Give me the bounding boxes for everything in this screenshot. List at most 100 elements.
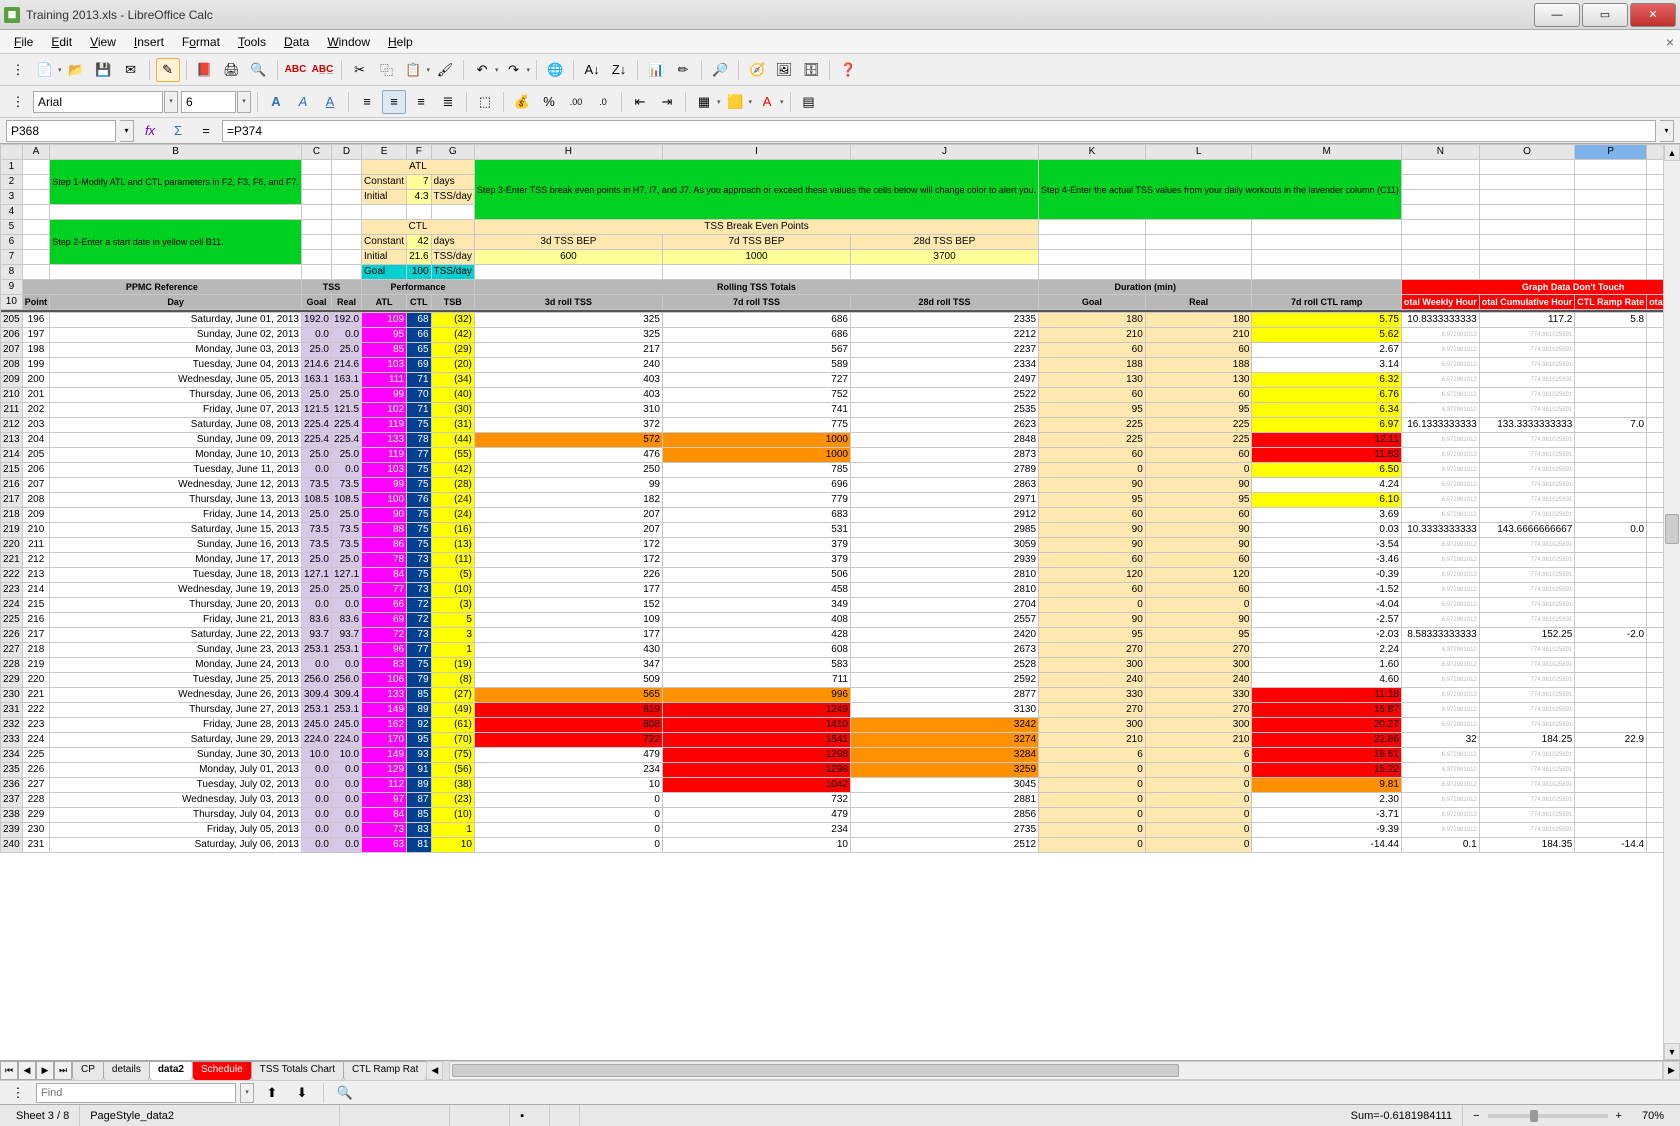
table-row[interactable]: 216207Wednesday, June 12, 201373.573.599… [1, 478, 1664, 493]
menu-file[interactable]: File [6, 33, 41, 51]
borders-icon[interactable]: ▦ [692, 90, 716, 114]
table-row[interactable]: 232223Friday, June 28, 2013245.0245.0162… [1, 718, 1664, 733]
table-row[interactable]: 208199Tuesday, June 04, 2013214.6214.610… [1, 358, 1664, 373]
menu-help[interactable]: Help [380, 33, 421, 51]
col-header[interactable]: O [1479, 145, 1575, 160]
add-decimal-icon[interactable]: .00 [564, 90, 588, 114]
bgcolor-icon[interactable]: 🟨 [724, 90, 748, 114]
sum-icon[interactable]: Σ [166, 119, 190, 143]
table-row[interactable]: 238229Thursday, July 04, 20130.00.08485(… [1, 808, 1664, 823]
print-icon[interactable]: 🖨 [220, 58, 244, 82]
zoom-slider[interactable] [1488, 1114, 1608, 1118]
col-header[interactable]: K [1039, 145, 1146, 160]
scroll-thumb[interactable] [1665, 514, 1679, 544]
col-header[interactable]: J [850, 145, 1038, 160]
maximize-button[interactable]: ▭ [1582, 3, 1628, 27]
col-header[interactable]: Q [1647, 145, 1663, 160]
menu-edit[interactable]: Edit [43, 33, 80, 51]
copy-icon[interactable]: ⿻ [375, 58, 399, 82]
export-pdf-icon[interactable]: 📕 [193, 58, 217, 82]
table-row[interactable]: 226217Saturday, June 22, 201393.793.7727… [1, 628, 1664, 643]
formula-expand[interactable]: ▾ [1660, 120, 1674, 142]
table-row[interactable]: 229220Tuesday, June 25, 2013256.0256.010… [1, 673, 1664, 688]
fontcolor-icon[interactable]: A [755, 90, 779, 114]
table-row[interactable]: 213204Sunday, June 09, 2013225.4225.4133… [1, 433, 1664, 448]
equals-icon[interactable]: = [194, 119, 218, 143]
col-header[interactable]: N [1401, 145, 1479, 160]
sheet-tab-cp[interactable]: CP [72, 1061, 104, 1080]
remove-decimal-icon[interactable]: .0 [591, 90, 615, 114]
format-paintbrush-icon[interactable]: 🖌 [433, 58, 457, 82]
bold-icon[interactable]: A [264, 90, 288, 114]
print-preview-icon[interactable]: 🔍 [247, 58, 271, 82]
table-row[interactable]: 205196Saturday, June 01, 2013192.0192.01… [1, 313, 1664, 328]
col-header[interactable]: I [662, 145, 850, 160]
table-row[interactable]: 220211Sunday, June 16, 201373.573.58675(… [1, 538, 1664, 553]
sheet-tab-data2[interactable]: data2 [149, 1061, 193, 1080]
tab-last-icon[interactable]: ⏭ [54, 1061, 72, 1080]
italic-icon[interactable]: A [291, 90, 315, 114]
sheet-tab-details[interactable]: details [103, 1061, 150, 1080]
sort-desc-icon[interactable]: Z↓ [607, 58, 631, 82]
table-row[interactable]: 221212Monday, June 17, 201325.025.07873(… [1, 553, 1664, 568]
help-icon[interactable]: ❓ [836, 58, 860, 82]
paste-icon[interactable]: 📋 [402, 58, 426, 82]
col-header[interactable]: L [1145, 145, 1252, 160]
function-wizard-icon[interactable]: fx [138, 119, 162, 143]
document-close-icon[interactable]: × [1666, 34, 1674, 50]
chart-icon[interactable]: 📊 [644, 58, 668, 82]
col-header[interactable]: H [474, 145, 662, 160]
open-icon[interactable]: 📂 [65, 58, 89, 82]
hscroll-left-icon[interactable]: ◀ [426, 1061, 443, 1080]
table-row[interactable]: 206197Sunday, June 02, 20130.00.09566(42… [1, 328, 1664, 343]
table-row[interactable]: 215206Tuesday, June 11, 20130.00.010375(… [1, 463, 1664, 478]
col-header[interactable]: C [301, 145, 331, 160]
col-header[interactable]: E [362, 145, 407, 160]
underline-icon[interactable]: A [318, 90, 342, 114]
percent-icon[interactable]: % [537, 90, 561, 114]
table-row[interactable]: 209200Wednesday, June 05, 2013163.1163.1… [1, 373, 1664, 388]
align-left-icon[interactable]: ≡ [355, 90, 379, 114]
cut-icon[interactable]: ✂ [348, 58, 372, 82]
handle-icon[interactable]: ⋮ [6, 1081, 30, 1105]
col-header[interactable]: P [1575, 145, 1647, 160]
table-row[interactable]: 237228Wednesday, July 03, 20130.00.09787… [1, 793, 1664, 808]
find-input[interactable] [36, 1083, 236, 1103]
table-row[interactable]: 233224Saturday, June 29, 2013224.0224.01… [1, 733, 1664, 748]
table-row[interactable]: 234225Sunday, June 30, 201310.010.014993… [1, 748, 1664, 763]
scroll-up-icon[interactable]: ▲ [1664, 144, 1680, 161]
redo-icon[interactable]: ↷ [502, 58, 526, 82]
menu-insert[interactable]: Insert [126, 33, 172, 51]
horizontal-scrollbar[interactable] [449, 1061, 1663, 1080]
increase-indent-icon[interactable]: ⇥ [655, 90, 679, 114]
table-row[interactable]: 240231Saturday, July 06, 20130.00.063811… [1, 838, 1664, 853]
align-justify-icon[interactable]: ≣ [436, 90, 460, 114]
decrease-indent-icon[interactable]: ⇤ [628, 90, 652, 114]
font-name-input[interactable] [33, 91, 163, 113]
vertical-scrollbar[interactable]: ▲ ▼ [1663, 144, 1680, 1060]
table-row[interactable]: 235226Monday, July 01, 20130.00.012991(5… [1, 763, 1664, 778]
find-icon[interactable]: 🔎 [708, 58, 732, 82]
menu-tools[interactable]: Tools [230, 33, 274, 51]
col-header[interactable]: B [50, 145, 302, 160]
tab-first-icon[interactable]: ⏮ [0, 1061, 18, 1080]
table-row[interactable]: 218209Friday, June 14, 201325.025.09075(… [1, 508, 1664, 523]
menu-window[interactable]: Window [319, 33, 378, 51]
col-header[interactable]: F [407, 145, 431, 160]
sort-asc-icon[interactable]: A↓ [580, 58, 604, 82]
table-row[interactable]: 230221Wednesday, June 26, 2013309.4309.4… [1, 688, 1664, 703]
hscroll-right-icon[interactable]: ▶ [1663, 1061, 1680, 1080]
navigator-icon[interactable]: 🧭 [745, 58, 769, 82]
hyperlink-icon[interactable]: 🌐 [543, 58, 567, 82]
zoom-out-icon[interactable]: − [1473, 1110, 1479, 1122]
table-row[interactable]: 222213Tuesday, June 18, 2013127.1127.184… [1, 568, 1664, 583]
table-row[interactable]: 211202Friday, June 07, 2013121.5121.5102… [1, 403, 1664, 418]
new-doc-icon[interactable]: 📄 [33, 58, 57, 82]
table-row[interactable]: 217208Thursday, June 13, 2013108.5108.51… [1, 493, 1664, 508]
table-row[interactable]: 227218Sunday, June 23, 2013253.1253.1967… [1, 643, 1664, 658]
edit-doc-icon[interactable]: ✎ [156, 58, 180, 82]
col-header[interactable]: D [332, 145, 362, 160]
find-prev-icon[interactable]: ⬆ [260, 1081, 284, 1105]
table-row[interactable]: 224215Thursday, June 20, 20130.00.06672(… [1, 598, 1664, 613]
tab-next-icon[interactable]: ▶ [36, 1061, 54, 1080]
